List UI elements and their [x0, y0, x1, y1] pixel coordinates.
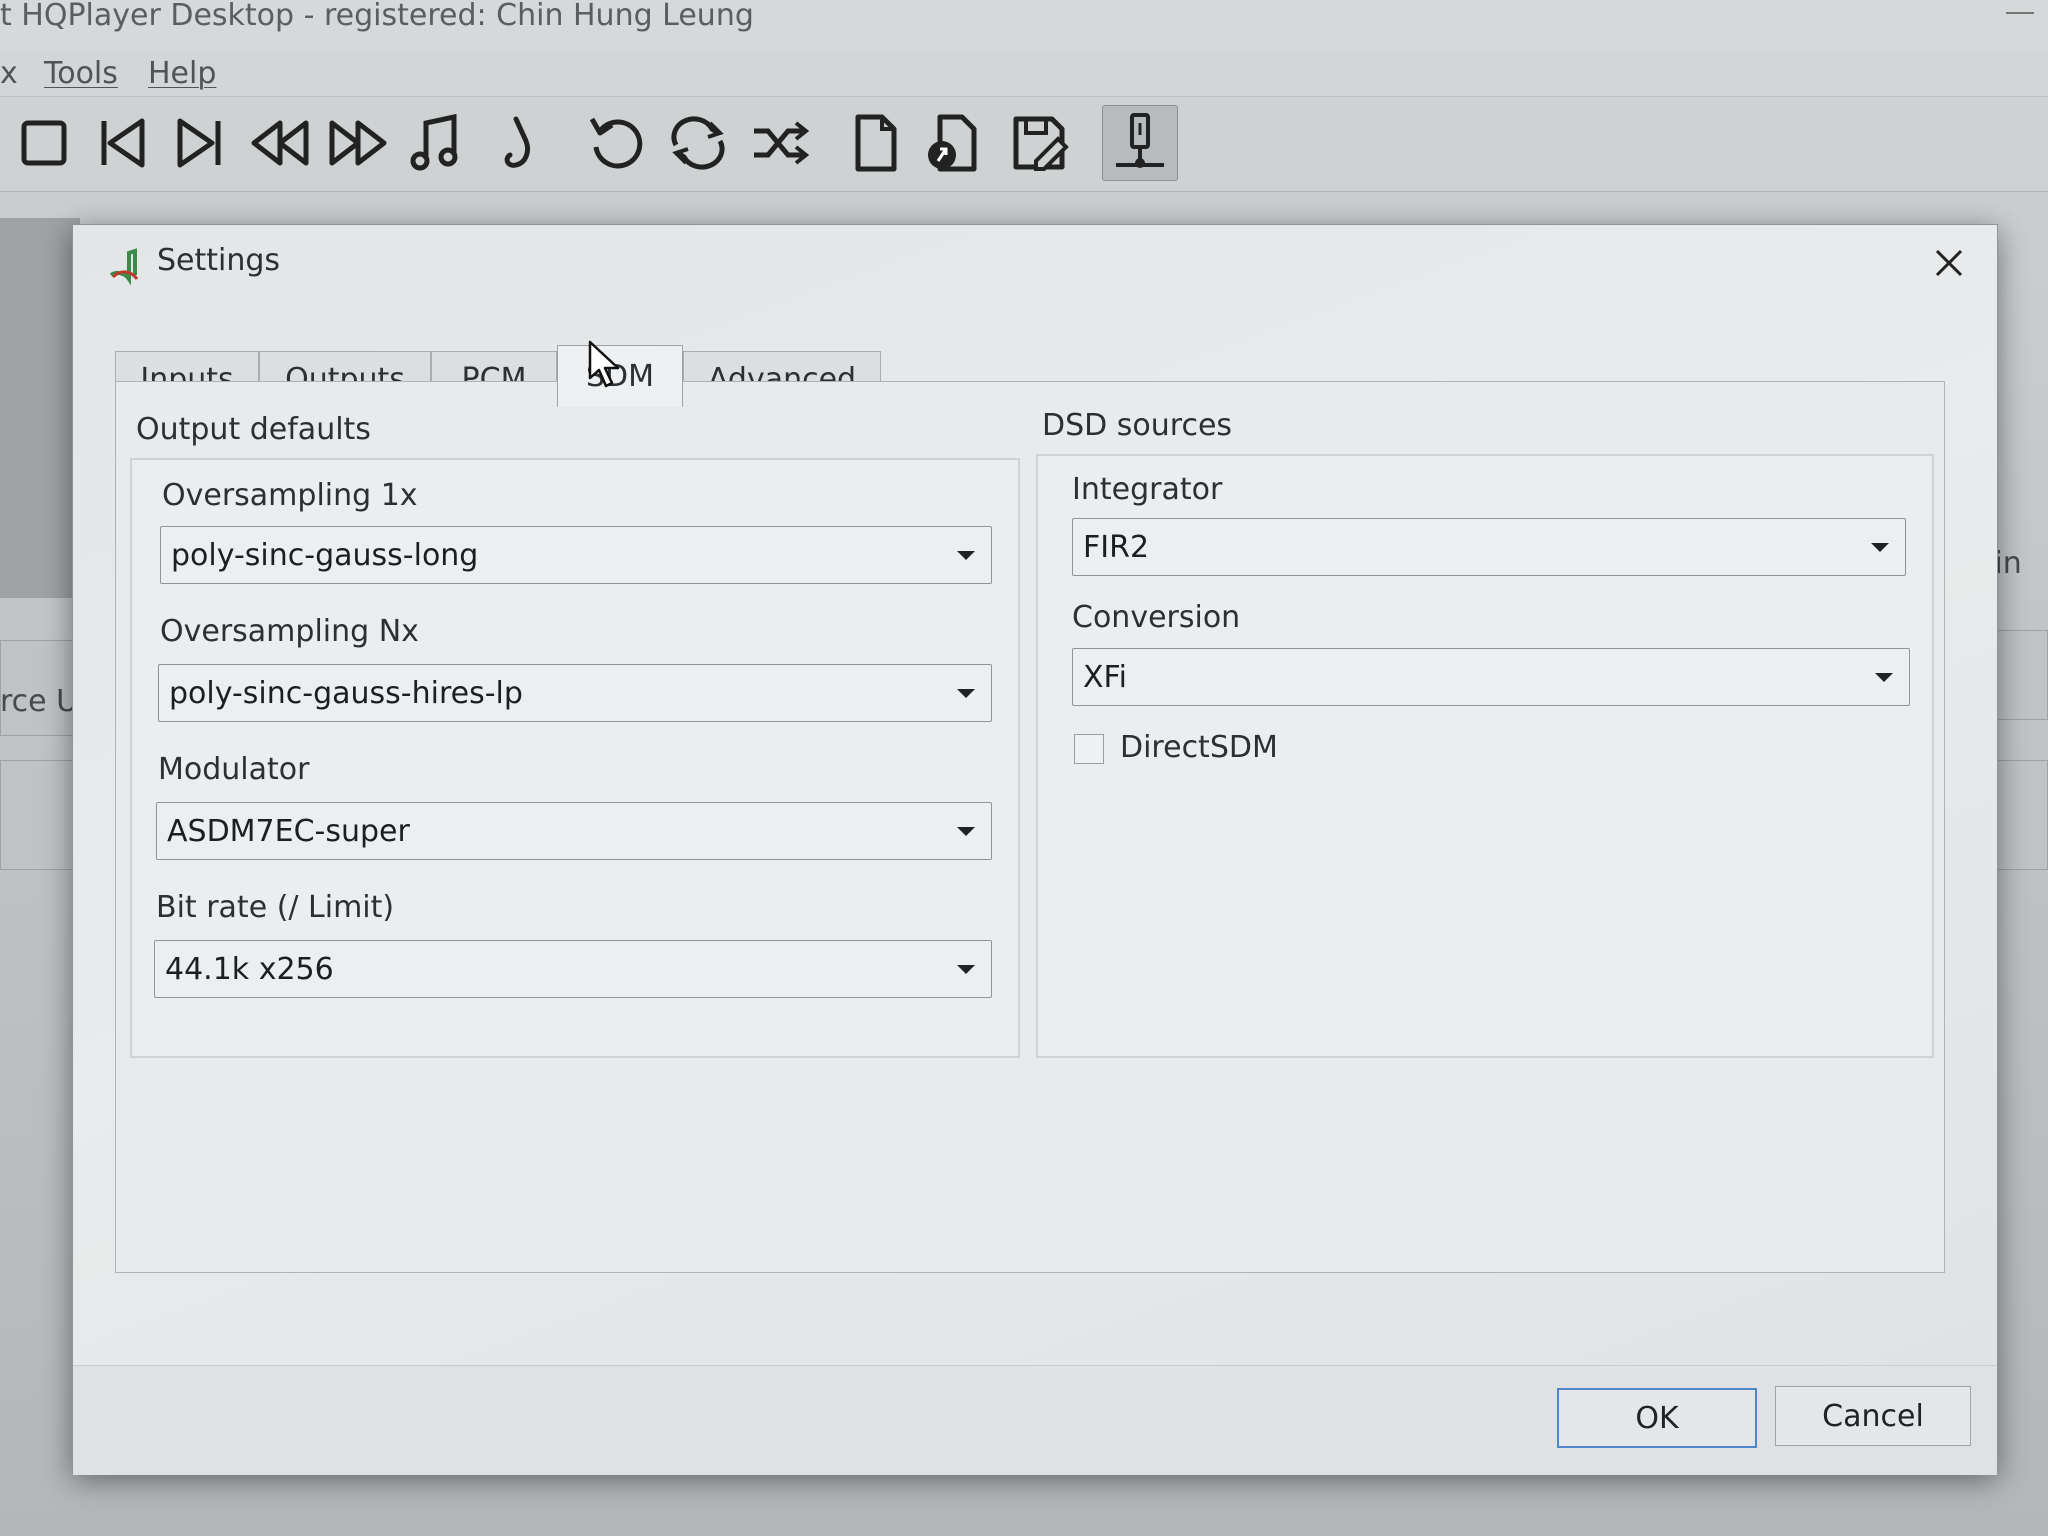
next-track-icon[interactable]	[164, 105, 236, 181]
rewind-icon[interactable]	[244, 105, 316, 181]
modulator-label: Modulator	[158, 752, 310, 787]
repeat-icon[interactable]	[662, 105, 734, 181]
network-renderer-icon[interactable]	[1102, 105, 1178, 181]
settings-dialog: Settings Inputs Outputs PCM SDM Advanced…	[72, 224, 1998, 1475]
ok-button[interactable]: OK	[1557, 1388, 1757, 1448]
menu-item-partial[interactable]: x	[0, 56, 18, 91]
menu-bar: x Tools Help	[0, 52, 2048, 96]
dialog-title: Settings	[157, 243, 281, 278]
background-list-left	[0, 760, 80, 870]
undo-icon[interactable]	[580, 105, 652, 181]
stop-icon[interactable]	[8, 105, 80, 181]
directsdm-checkbox[interactable]	[1074, 734, 1104, 764]
bit-rate-select[interactable]: 44.1k x256	[154, 940, 992, 998]
oversampling-nx-label: Oversampling Nx	[160, 614, 419, 649]
fast-forward-icon[interactable]	[322, 105, 394, 181]
background-list-right	[1990, 760, 2048, 870]
chevron-down-icon	[957, 827, 975, 836]
open-playlist-icon[interactable]	[918, 105, 990, 181]
modulator-select[interactable]: ASDM7EC-super	[156, 802, 992, 860]
dialog-footer: OK Cancel	[73, 1365, 1997, 1475]
chevron-down-icon	[1875, 673, 1893, 682]
chevron-down-icon	[957, 689, 975, 698]
dialog-header: Settings	[73, 225, 1997, 301]
sdm-tab-pane: Output defaults Oversampling 1x poly-sin…	[115, 381, 1945, 1273]
background-panel-left	[0, 218, 80, 598]
conversion-label: Conversion	[1072, 600, 1241, 635]
toolbar	[0, 96, 2048, 192]
close-button[interactable]	[1921, 239, 1977, 287]
mouse-cursor-icon	[588, 340, 620, 388]
previous-track-icon[interactable]	[86, 105, 158, 181]
bit-rate-value: 44.1k x256	[165, 951, 334, 987]
chevron-down-icon	[1871, 543, 1889, 552]
oversampling-1x-label: Oversampling 1x	[162, 478, 418, 513]
cancel-button[interactable]: Cancel	[1775, 1386, 1971, 1446]
oversampling-nx-value: poly-sinc-gauss-hires-lp	[169, 675, 523, 711]
menu-item-tools[interactable]: Tools	[44, 56, 118, 91]
new-file-icon[interactable]	[840, 105, 912, 181]
chevron-down-icon	[957, 551, 975, 560]
integrator-select[interactable]: FIR2	[1072, 518, 1906, 576]
oversampling-1x-select[interactable]: poly-sinc-gauss-long	[160, 526, 992, 584]
output-defaults-title: Output defaults	[136, 412, 371, 447]
minimize-icon[interactable]	[2006, 12, 2034, 14]
modulator-value: ASDM7EC-super	[167, 813, 410, 849]
integrator-label: Integrator	[1072, 472, 1223, 507]
title-bar: t HQPlayer Desktop - registered: Chin Hu…	[0, 0, 2048, 52]
shuffle-icon[interactable]	[744, 105, 816, 181]
directsdm-label: DirectSDM	[1120, 730, 1278, 765]
save-playlist-icon[interactable]	[1004, 105, 1076, 181]
close-icon	[1935, 249, 1963, 277]
app-title: t HQPlayer Desktop - registered: Chin Hu…	[0, 0, 754, 33]
oversampling-1x-value: poly-sinc-gauss-long	[171, 537, 479, 573]
hqplayer-app-icon	[109, 248, 139, 285]
menu-item-help[interactable]: Help	[148, 56, 216, 91]
single-note-icon[interactable]	[482, 105, 554, 181]
music-note-icon[interactable]	[400, 105, 472, 181]
background-panel-right	[1990, 630, 2048, 720]
dsd-sources-title: DSD sources	[1042, 408, 1233, 443]
conversion-value: XFi	[1083, 659, 1127, 695]
chevron-down-icon	[957, 965, 975, 974]
conversion-select[interactable]: XFi	[1072, 648, 1910, 706]
bit-rate-label: Bit rate (/ Limit)	[156, 890, 395, 925]
oversampling-nx-select[interactable]: poly-sinc-gauss-hires-lp	[158, 664, 992, 722]
integrator-value: FIR2	[1083, 529, 1150, 565]
